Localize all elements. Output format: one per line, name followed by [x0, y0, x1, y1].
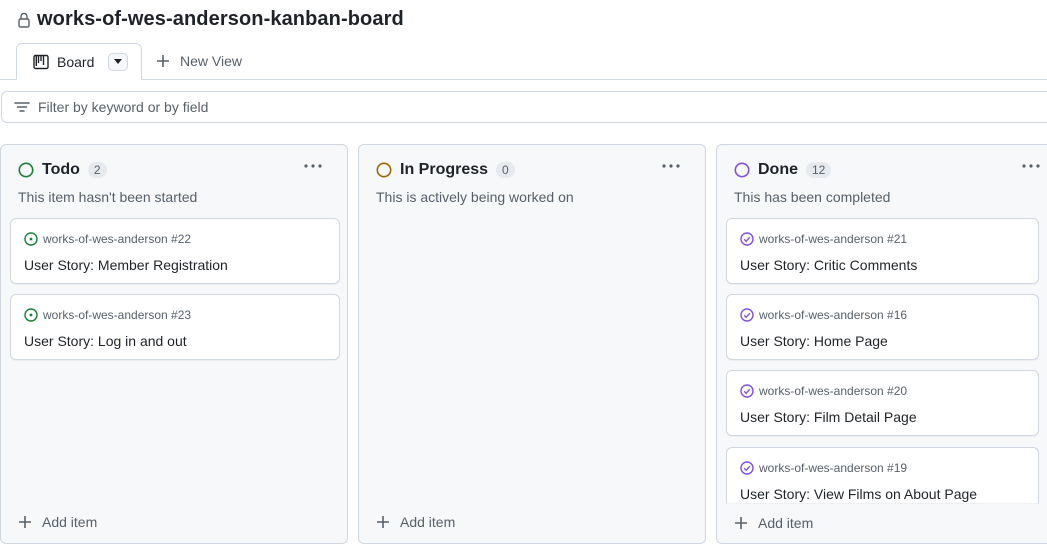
add-item-button[interactable]: Add item — [18, 514, 97, 530]
plus-icon — [735, 517, 747, 529]
card[interactable]: works-of-wes-anderson #22 User Story: Me… — [10, 218, 340, 284]
tab-board[interactable]: Board — [16, 43, 142, 80]
add-item-label: Add item — [758, 515, 814, 531]
column-header: Todo 2 — [18, 161, 107, 179]
filter-icon — [14, 102, 30, 112]
new-view-label: New View — [180, 53, 242, 69]
card-title[interactable]: User Story: Member Registration — [24, 257, 228, 273]
filter-input[interactable]: Filter by keyword or by field — [1, 91, 1047, 123]
card-repo[interactable]: works-of-wes-anderson #21 — [759, 232, 907, 246]
card-meta: works-of-wes-anderson #20 — [740, 384, 907, 398]
column-description: This has been completed — [734, 189, 891, 205]
card-title[interactable]: User Story: Critic Comments — [740, 257, 917, 273]
column-description: This is actively being worked on — [376, 189, 574, 205]
view-options-button[interactable] — [108, 52, 129, 71]
card-title[interactable]: User Story: View Films on About Page — [740, 486, 977, 502]
add-item-label: Add item — [42, 514, 98, 530]
card-repo[interactable]: works-of-wes-anderson #22 — [43, 232, 191, 246]
done-status-icon — [734, 162, 750, 178]
new-view-button[interactable]: New View — [156, 53, 242, 69]
column-title: Todo — [42, 161, 80, 178]
card[interactable]: works-of-wes-anderson #21 User Story: Cr… — [726, 218, 1039, 284]
caret-down-icon — [114, 58, 123, 64]
in-progress-status-icon — [376, 162, 392, 178]
column-todo: Todo 2 This item hasn't been started wor… — [0, 144, 348, 544]
column-count: 0 — [496, 162, 515, 178]
closed-issue-icon — [740, 461, 754, 475]
column-title: In Progress — [400, 161, 489, 178]
tab-board-label: Board — [57, 53, 95, 70]
column-done: Done 12 This has been completed works-of… — [716, 144, 1047, 544]
card[interactable]: works-of-wes-anderson #20 User Story: Fi… — [726, 370, 1039, 436]
column-header: In Progress 0 — [376, 161, 515, 179]
project-title: works-of-wes-anderson-kanban-board — [37, 8, 404, 30]
view-tabs: Board New View — [0, 43, 1047, 80]
card-repo[interactable]: works-of-wes-anderson #23 — [43, 308, 191, 322]
column-menu-icon[interactable] — [1021, 159, 1041, 173]
card-title[interactable]: User Story: Log in and out — [24, 333, 187, 349]
card[interactable]: works-of-wes-anderson #19 User Story: Vi… — [726, 447, 1039, 503]
plus-icon — [377, 516, 389, 528]
column-count: 12 — [806, 162, 832, 178]
add-item-label: Add item — [400, 514, 456, 530]
card[interactable]: works-of-wes-anderson #23 User Story: Lo… — [10, 294, 340, 360]
card-title[interactable]: User Story: Film Detail Page — [740, 409, 917, 425]
plus-icon — [19, 516, 31, 528]
card-meta: works-of-wes-anderson #21 — [740, 232, 907, 246]
lock-icon — [18, 12, 30, 28]
card-repo[interactable]: works-of-wes-anderson #16 — [759, 308, 907, 322]
card-repo[interactable]: works-of-wes-anderson #20 — [759, 384, 907, 398]
plus-icon — [157, 55, 169, 67]
card-meta: works-of-wes-anderson #16 — [740, 308, 907, 322]
open-issue-icon — [24, 232, 38, 246]
column-menu-icon[interactable] — [303, 159, 323, 173]
open-issue-icon — [24, 308, 38, 322]
closed-issue-icon — [740, 384, 754, 398]
column-count: 2 — [87, 162, 107, 178]
closed-issue-icon — [740, 232, 754, 246]
add-item-button[interactable]: Add item — [734, 515, 813, 531]
board-icon — [33, 54, 49, 69]
add-item-button[interactable]: Add item — [376, 514, 455, 530]
card-meta: works-of-wes-anderson #23 — [24, 308, 191, 322]
card[interactable]: works-of-wes-anderson #16 User Story: Ho… — [726, 294, 1039, 360]
filter-placeholder: Filter by keyword or by field — [38, 99, 209, 115]
project-header: works-of-wes-anderson-kanban-board — [17, 8, 404, 31]
column-title: Done — [758, 161, 798, 178]
card-meta: works-of-wes-anderson #19 — [740, 461, 907, 475]
card-meta: works-of-wes-anderson #22 — [24, 232, 191, 246]
column-menu-icon[interactable] — [661, 159, 681, 173]
card-title[interactable]: User Story: Home Page — [740, 333, 888, 349]
closed-issue-icon — [740, 308, 754, 322]
column-description: This item hasn't been started — [18, 189, 198, 205]
column-in-progress: In Progress 0 This is actively being wor… — [358, 144, 706, 544]
column-header: Done 12 — [734, 161, 832, 179]
todo-status-icon — [18, 162, 34, 178]
card-repo[interactable]: works-of-wes-anderson #19 — [759, 461, 907, 475]
